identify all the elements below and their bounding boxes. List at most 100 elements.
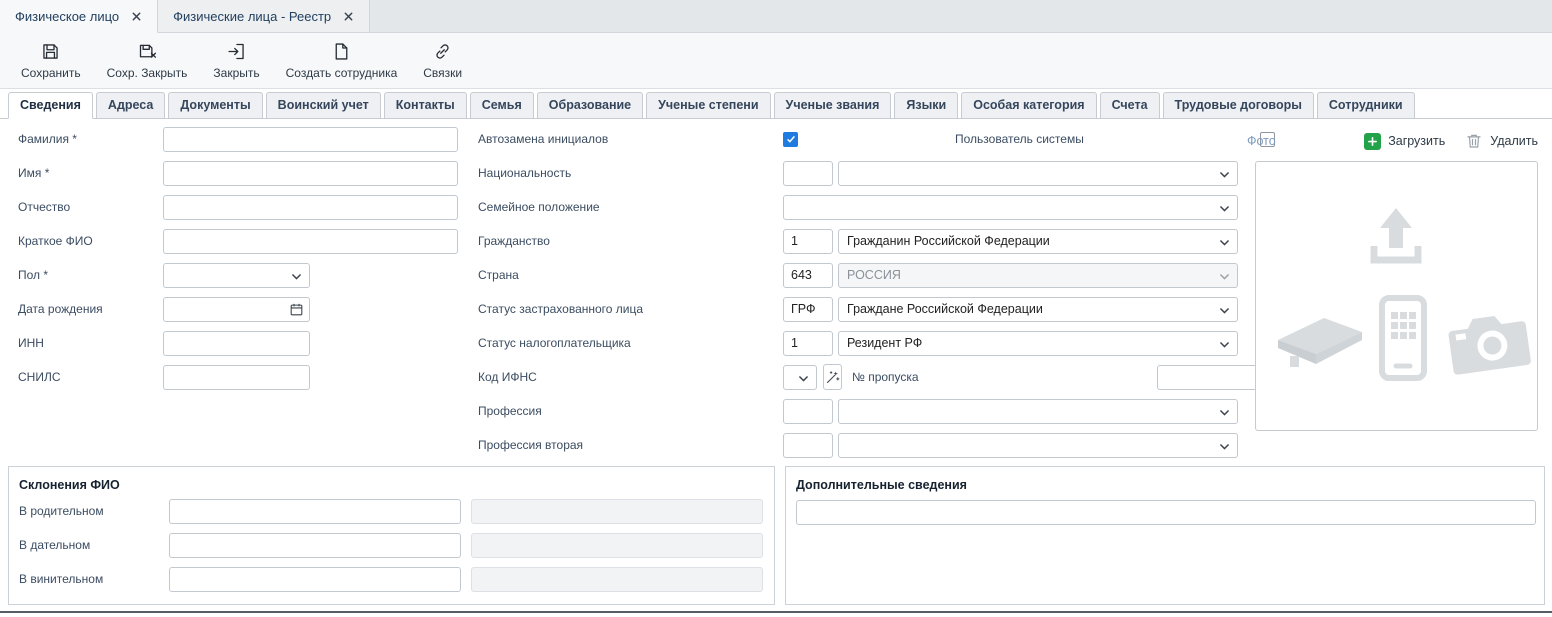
form-row-accusative: В винительном [19, 562, 764, 596]
form-row-citizenship: Гражданство Гражданин Российской Федерац… [478, 224, 1240, 258]
window-tab-bar: Физическое лицо Физические лица - Реестр [0, 0, 1552, 33]
chevron-down-icon [290, 270, 303, 283]
marital-status-label: Семейное положение [478, 200, 783, 214]
form-row-marital-status: Семейное положение [478, 190, 1240, 224]
form-row-lastname: Фамилия * [18, 122, 463, 156]
auto-initials-checkbox[interactable] [783, 132, 798, 147]
accusative-input[interactable] [169, 567, 461, 592]
window-tab-person[interactable]: Физическое лицо [0, 0, 158, 33]
chevron-down-icon [1218, 338, 1231, 351]
form-row-middlename: Отчество [18, 190, 463, 224]
tab-dokumenty[interactable]: Документы [168, 92, 262, 119]
photo-placeholder[interactable] [1255, 161, 1538, 431]
taxpayer-status-select[interactable]: Резидент РФ [838, 331, 1238, 356]
calendar-icon[interactable] [289, 302, 304, 317]
nationality-code-input[interactable] [783, 161, 833, 186]
ifns-code-select[interactable] [783, 365, 817, 390]
tab-scheta[interactable]: Счета [1100, 92, 1160, 119]
tab-adresa[interactable]: Адреса [96, 92, 165, 119]
profession-select[interactable] [838, 399, 1238, 424]
photo-section: Фото Загрузить Удалить [1247, 128, 1538, 431]
firstname-input[interactable] [163, 161, 458, 186]
tab-osobaya-kategoriya[interactable]: Особая категория [961, 92, 1096, 119]
tab-uchenye-stepeni[interactable]: Ученые степени [646, 92, 770, 119]
form-row-insured-status: Статус застрахованного лица Граждане Рос… [478, 292, 1240, 326]
tab-kontakty[interactable]: Контакты [384, 92, 467, 119]
citizenship-label: Гражданство [478, 234, 783, 248]
window-tab-label: Физические лица - Реестр [173, 9, 331, 24]
insured-status-label: Статус застрахованного лица [478, 302, 783, 316]
profession-label: Профессия [478, 404, 783, 418]
form-row-birthdate: Дата рождения [18, 292, 463, 326]
genitive-input[interactable] [169, 499, 461, 524]
additional-info-panel: Дополнительные сведения [785, 466, 1545, 605]
create-employee-button-label: Создать сотрудника [286, 66, 398, 80]
chevron-down-icon [1218, 406, 1231, 419]
chain-link-icon [432, 41, 453, 62]
create-employee-button[interactable]: Создать сотрудника [273, 37, 411, 84]
taxpayer-status-select-value: Резидент РФ [847, 336, 922, 350]
upload-photo-button[interactable]: Загрузить [1364, 133, 1445, 150]
inn-input[interactable] [163, 331, 310, 356]
tab-sotrudniki[interactable]: Сотрудники [1317, 92, 1415, 119]
gender-label: Пол * [18, 268, 163, 282]
snils-input[interactable] [163, 365, 310, 390]
insured-status-code-input[interactable] [783, 297, 833, 322]
save-icon [40, 41, 61, 62]
gender-select[interactable] [163, 263, 310, 288]
form-row-firstname: Имя * [18, 156, 463, 190]
form-row-ifns-code: Код ИФНС № пропуска [478, 360, 1240, 394]
tab-voinskiy-uchet[interactable]: Воинский учет [266, 92, 381, 119]
lastname-input[interactable] [163, 127, 458, 152]
middlename-input[interactable] [163, 195, 458, 220]
window-tab-persons-registry[interactable]: Физические лица - Реестр [158, 0, 370, 32]
middlename-label: Отчество [18, 200, 163, 214]
save-button[interactable]: Сохранить [8, 37, 94, 84]
save-button-label: Сохранить [21, 66, 81, 80]
save-close-icon [137, 41, 158, 62]
insured-status-select[interactable]: Граждане Российской Федерации [838, 297, 1238, 322]
nationality-select[interactable] [838, 161, 1238, 186]
dative-input[interactable] [169, 533, 461, 558]
citizenship-code-input[interactable] [783, 229, 833, 254]
shortname-input[interactable] [163, 229, 458, 254]
tab-trudovye-dogovory[interactable]: Трудовые договоры [1163, 92, 1314, 119]
citizenship-select[interactable]: Гражданин Российской Федерации [838, 229, 1238, 254]
profession-second-select[interactable] [838, 433, 1238, 458]
form-row-country: Страна РОССИЯ [478, 258, 1240, 292]
save-close-button[interactable]: Сохр. Закрыть [94, 37, 201, 84]
auto-initials-label: Автозамена инициалов [478, 132, 783, 146]
tab-svedeniya[interactable]: Сведения [8, 92, 93, 119]
profession-second-label: Профессия вторая [478, 438, 783, 452]
tab-obrazovanie[interactable]: Образование [537, 92, 643, 119]
close-button[interactable]: Закрыть [200, 37, 272, 84]
toolbar: Сохранить Сохр. Закрыть Закрыть Создать … [0, 33, 1552, 89]
tab-semya[interactable]: Семья [470, 92, 534, 119]
scanner-icon [1270, 300, 1370, 376]
tab-yazyki[interactable]: Языки [894, 92, 958, 119]
dative-auto-input [471, 533, 763, 558]
form-row-profession: Профессия [478, 394, 1240, 428]
citizenship-select-value: Гражданин Российской Федерации [847, 234, 1050, 248]
form-row-profession-second: Профессия вторая [478, 428, 1240, 462]
links-button[interactable]: Связки [410, 37, 475, 84]
birthdate-input[interactable] [163, 297, 310, 322]
status-data-column: Автозамена инициалов Пользователь систем… [478, 122, 1240, 462]
country-code-input [783, 263, 833, 288]
chevron-down-icon [1218, 304, 1231, 317]
close-tab-icon[interactable] [343, 11, 354, 22]
autofill-ifns-button[interactable] [823, 364, 842, 390]
accusative-auto-input [471, 567, 763, 592]
additional-info-textarea[interactable] [796, 500, 1536, 525]
tab-uchenye-zvaniya[interactable]: Ученые звания [774, 92, 892, 119]
profession-second-code-input[interactable] [783, 433, 833, 458]
close-tab-icon[interactable] [131, 11, 142, 22]
marital-status-select[interactable] [783, 195, 1238, 220]
chevron-down-icon [1218, 168, 1231, 181]
taxpayer-status-code-input[interactable] [783, 331, 833, 356]
upload-arrow-icon [1360, 200, 1432, 276]
profession-code-input[interactable] [783, 399, 833, 424]
form-row-gender: Пол * [18, 258, 463, 292]
chevron-down-icon [1218, 270, 1231, 283]
delete-photo-button[interactable]: Удалить [1465, 132, 1538, 150]
